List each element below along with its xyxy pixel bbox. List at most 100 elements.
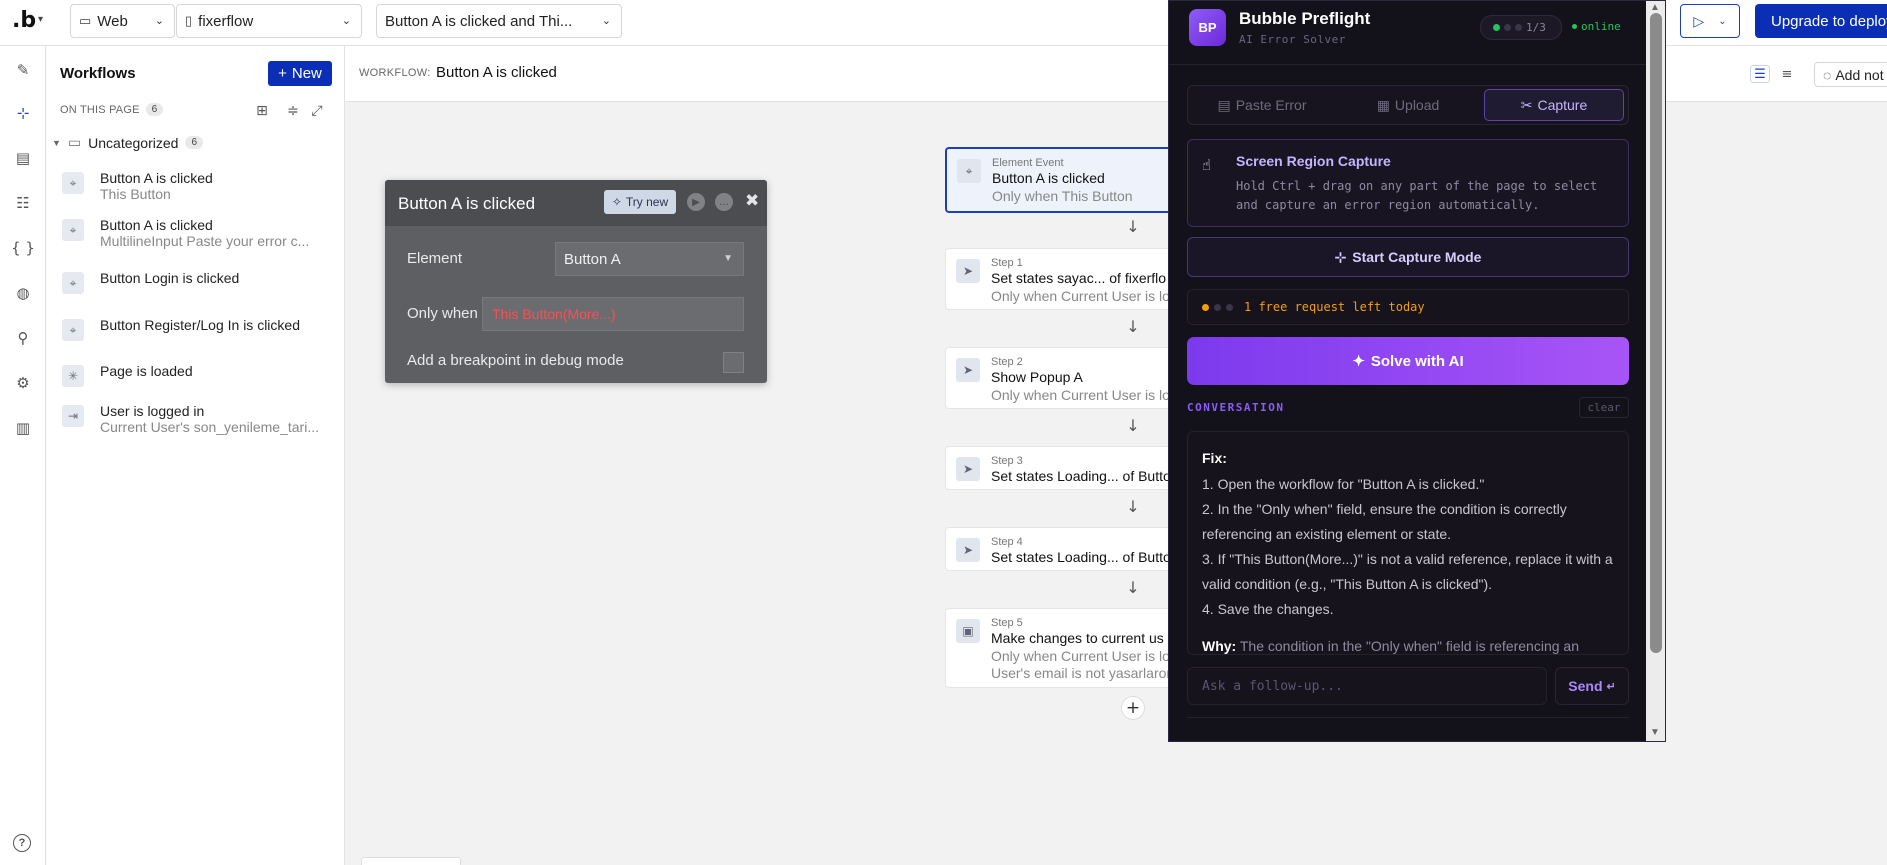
filter-sliders-icon[interactable]: ≑ xyxy=(284,102,302,120)
scroll-up-icon[interactable]: ▲ xyxy=(1650,2,1660,13)
send-label: Send xyxy=(1568,678,1603,694)
start-capture-button[interactable]: ⊹ Start Capture Mode xyxy=(1187,237,1629,277)
step-card[interactable]: ➤ Step 4 Set states Loading... of Butto xyxy=(945,527,1175,571)
new-folder-icon[interactable]: ⊞ xyxy=(253,102,271,120)
workflow-item-condition: MultilineInput Paste your error c... xyxy=(100,233,310,249)
preflight-logo-badge: BP xyxy=(1189,9,1226,46)
step-card[interactable]: ▣ Step 5 Make changes to current us Only… xyxy=(945,608,1175,688)
why-text: The condition in the "Only when" field i… xyxy=(1239,638,1579,654)
magic-wand-icon: ✧ xyxy=(611,195,622,209)
event-property-panel: Button A is clicked ✧ Try new ▶ … ✖ Elem… xyxy=(385,180,767,383)
scrollbar-thumb[interactable] xyxy=(1650,13,1662,653)
gear-icon[interactable]: ⚙ xyxy=(11,371,35,395)
list-view-icon[interactable]: ≡ xyxy=(1777,65,1797,83)
step-card[interactable]: ➤ Step 2 Show Popup A Only when Current … xyxy=(945,347,1175,409)
fix-heading: Fix: xyxy=(1202,450,1227,466)
chevron-down-icon: ⌄ xyxy=(154,15,164,27)
arrow-down-icon: ↓ xyxy=(1126,416,1140,435)
page-select-value: fixerflow xyxy=(198,12,254,30)
step-condition: Only when Current User is lo xyxy=(991,288,1170,304)
conversation-label: CONVERSATION xyxy=(1187,401,1285,414)
workflow-item-name: Page is loaded xyxy=(100,363,193,379)
preflight-header: BP Bubble Preflight AI Error Solver 1/3 … xyxy=(1169,1,1646,65)
chart-icon[interactable]: ▥ xyxy=(11,416,35,440)
workflow-list-item[interactable]: ⌖ Button Register/Log In is clicked xyxy=(62,317,337,357)
step-card[interactable]: ➤ Step 3 Set states Loading... of Butto xyxy=(945,446,1175,490)
palette-icon[interactable]: ◍ xyxy=(11,281,35,305)
only-when-condition-field[interactable]: This Button(More...) xyxy=(482,297,744,331)
why-line: Why: The condition in the "Only when" fi… xyxy=(1202,634,1614,654)
try-new-button[interactable]: ✧ Try new xyxy=(604,190,676,214)
workflow-icon[interactable]: ⊹ xyxy=(11,101,35,125)
clear-button[interactable]: clear xyxy=(1579,397,1629,418)
send-button[interactable]: Send ↵ xyxy=(1555,667,1629,705)
workflow-list-item[interactable]: ⌖ Button Login is clicked xyxy=(62,270,337,310)
tab-paste-error[interactable]: ▤ Paste Error xyxy=(1192,89,1332,121)
pencil-icon[interactable]: ✎ xyxy=(11,58,35,82)
loading-icon: ✳ xyxy=(62,365,84,387)
fix-step: 2. In the "Only when" field, ensure the … xyxy=(1202,501,1567,542)
pointer-icon: ⌖ xyxy=(62,172,84,194)
scroll-down-icon[interactable]: ▼ xyxy=(1650,727,1660,738)
workflow-item-name: Button Login is clicked xyxy=(100,270,240,286)
breakpoint-checkbox[interactable] xyxy=(723,352,744,373)
solve-label: Solve with AI xyxy=(1370,352,1464,370)
status-dot xyxy=(1214,303,1221,311)
caret-down-icon: ▼ xyxy=(723,253,733,264)
step-kicker: Step 3 xyxy=(991,455,1023,467)
try-new-label: Try new xyxy=(625,195,669,209)
close-icon[interactable]: ✖ xyxy=(745,191,759,211)
workflow-item-name: Button Register/Log In is clicked xyxy=(100,317,300,333)
element-dropdown[interactable]: Button A ▼ xyxy=(555,242,744,276)
card-view-icon[interactable]: ☰ xyxy=(1750,65,1770,83)
workflow-list-item[interactable]: ✳ Page is loaded xyxy=(62,363,337,403)
plugin-icon[interactable]: ⚲ xyxy=(11,326,35,350)
follow-up-input[interactable]: Ask a follow-up... xyxy=(1187,667,1547,705)
solve-with-ai-button[interactable]: ✦ Solve with AI xyxy=(1187,337,1629,385)
canvas-bottom-tab[interactable] xyxy=(361,857,461,865)
add-step-button[interactable]: + xyxy=(1121,696,1145,720)
help-icon[interactable]: ? xyxy=(13,834,31,852)
chevron-down-icon[interactable]: ▾ xyxy=(38,14,43,25)
preflight-scrollbar[interactable]: ▲ ▼ xyxy=(1646,1,1665,741)
step-title: Set states Loading... of Butto xyxy=(991,468,1171,484)
chevron-down-icon: ⌄ xyxy=(1718,15,1727,27)
comment-icon[interactable]: … xyxy=(715,193,733,211)
status-dot xyxy=(1493,24,1500,31)
tab-capture[interactable]: ✂ Capture xyxy=(1484,89,1624,121)
step-card[interactable]: ➤ Step 1 Set states sayac... of fixerflo… xyxy=(945,248,1175,310)
workflow-list-item[interactable]: ⌖ Button A is clicked MultilineInput Pas… xyxy=(62,217,337,257)
workflow-name: Button A is clicked xyxy=(436,64,557,81)
pointer-icon: ⌖ xyxy=(62,219,84,241)
preflight-tabs: ▤ Paste Error ▦ Upload ✂ Capture xyxy=(1187,85,1629,125)
page-select[interactable]: ▯ fixerflow ⌄ xyxy=(176,4,362,38)
event-card[interactable]: ⌖ Element Event Button A is clicked Only… xyxy=(945,147,1175,213)
upgrade-button[interactable]: Upgrade to deploy xyxy=(1755,4,1887,38)
sidebar-title: Workflows xyxy=(60,65,136,82)
code-braces-icon[interactable]: { } xyxy=(11,236,35,260)
play-icon: ▷ xyxy=(1693,12,1705,29)
enter-icon: ↵ xyxy=(1606,680,1616,693)
play-icon[interactable]: ▶ xyxy=(687,193,705,211)
page-icon: ▯ xyxy=(185,13,193,28)
layout-icon[interactable]: ▤ xyxy=(11,146,35,170)
event-select[interactable]: Button A is clicked and Thi... ⌄ xyxy=(376,4,622,38)
chevron-down-icon: ⌄ xyxy=(341,15,351,27)
bubble-logo[interactable]: .b xyxy=(12,8,36,33)
preview-button[interactable]: ▷ ⌄ xyxy=(1680,4,1740,38)
tab-upload[interactable]: ▦ Upload xyxy=(1338,89,1478,121)
arrow-down-icon: ↓ xyxy=(1126,217,1140,236)
workflow-list-item[interactable]: ⌖ Button A is clicked This Button xyxy=(62,170,337,210)
expand-icon[interactable]: ⤢ xyxy=(308,102,326,120)
step-title: Show Popup A xyxy=(991,369,1083,385)
step-kicker: Element Event xyxy=(992,157,1064,169)
step-title: Set states sayac... of fixerflo xyxy=(991,270,1167,286)
free-requests-label: 1 free request left today xyxy=(1244,300,1425,314)
database-icon[interactable]: ☷ xyxy=(11,191,35,215)
platform-select[interactable]: ▭ Web ⌄ xyxy=(70,4,175,38)
divider xyxy=(1187,717,1629,718)
workflow-list-item[interactable]: ⇥ User is logged in Current User's son_y… xyxy=(62,403,337,443)
folder-uncategorized[interactable]: ▼ ▭ Uncategorized 6 xyxy=(52,134,203,151)
add-note-button[interactable]: ◌ Add not xyxy=(1814,62,1887,87)
new-workflow-button[interactable]: + New xyxy=(268,61,332,86)
